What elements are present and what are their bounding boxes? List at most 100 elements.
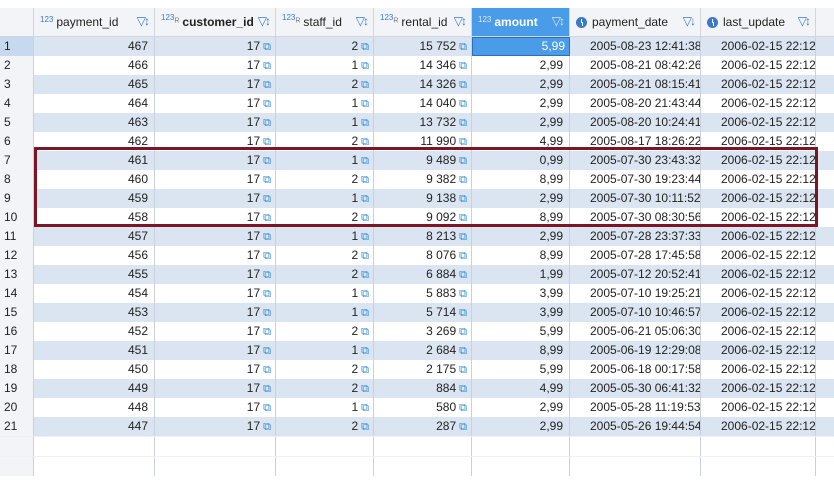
foreign-key-link-icon[interactable]: ⧉ xyxy=(459,79,467,91)
cell-staff-id[interactable]: 2 ⧉ xyxy=(276,265,374,284)
sort-icon[interactable]: ▽↕ xyxy=(137,14,150,28)
cell-payment-id[interactable]: 456 xyxy=(34,246,155,265)
cell-staff-id[interactable]: 1 ⧉ xyxy=(276,113,374,132)
column-header-payment-date[interactable]: payment_date ▽↓ xyxy=(570,8,701,36)
cell-amount[interactable]: 5,99 xyxy=(472,360,570,379)
cell-amount[interactable]: 2,99 xyxy=(472,227,570,246)
cell-payment-date[interactable]: 2005-06-18 00:17:58 xyxy=(570,360,701,379)
cell-last-update[interactable]: 2006-02-15 22:12:32 xyxy=(701,113,816,132)
cell-customer-id[interactable]: 17 ⧉ xyxy=(155,132,276,151)
row-number[interactable]: 5 xyxy=(0,113,34,132)
cell-last-update[interactable]: 2006-02-15 22:12:32 xyxy=(701,360,816,379)
table-row[interactable]: 10 458 17 ⧉ 2 ⧉ 9 092 ⧉ 8,99 2005-07-30 08:30:56 2… xyxy=(0,208,834,227)
column-header-amount[interactable]: 123 amount ▽↕ xyxy=(472,8,570,36)
foreign-key-link-icon[interactable]: ⧉ xyxy=(361,41,369,53)
row-number[interactable]: 12 xyxy=(0,246,34,265)
foreign-key-link-icon[interactable]: ⧉ xyxy=(459,41,467,53)
row-number[interactable]: 9 xyxy=(0,189,34,208)
foreign-key-link-icon[interactable]: ⧉ xyxy=(263,250,271,262)
cell-payment-date[interactable]: 2005-08-20 10:24:41 xyxy=(570,113,701,132)
table-row[interactable]: 16 452 17 ⧉ 2 ⧉ 3 269 ⧉ 5,99 2005-06-21 05:06:30 2… xyxy=(0,322,834,341)
cell-customer-id[interactable]: 17 ⧉ xyxy=(155,170,276,189)
foreign-key-link-icon[interactable]: ⧉ xyxy=(263,60,271,72)
sort-icon[interactable]: ▽↕ xyxy=(258,14,271,28)
cell-staff-id[interactable]: 1 ⧉ xyxy=(276,151,374,170)
cell-rental-id[interactable]: 14 040 ⧉ xyxy=(374,94,472,113)
foreign-key-link-icon[interactable]: ⧉ xyxy=(361,155,369,167)
cell-customer-id[interactable]: 17 ⧉ xyxy=(155,265,276,284)
row-number[interactable]: 13 xyxy=(0,265,34,284)
cell-customer-id[interactable]: 17 ⧉ xyxy=(155,360,276,379)
result-grid[interactable]: 123 payment_id ▽↕ 123R customer_id ▽↕ 123R staf… xyxy=(0,8,834,476)
cell-last-update[interactable]: 2006-02-15 22:12:32 xyxy=(701,303,816,322)
row-number-header[interactable] xyxy=(0,8,34,36)
cell-payment-date[interactable]: 2005-07-30 10:11:52 xyxy=(570,189,701,208)
cell-staff-id[interactable]: 2 ⧉ xyxy=(276,360,374,379)
cell-staff-id[interactable]: 1 ⧉ xyxy=(276,303,374,322)
foreign-key-link-icon[interactable]: ⧉ xyxy=(361,60,369,72)
table-row[interactable]: 18 450 17 ⧉ 2 ⧉ 2 175 ⧉ 5,99 2005-06-18 00:17:58 2… xyxy=(0,360,834,379)
foreign-key-link-icon[interactable]: ⧉ xyxy=(263,269,271,281)
cell-amount[interactable]: 8,99 xyxy=(472,341,570,360)
cell-rental-id[interactable]: 14 346 ⧉ xyxy=(374,56,472,75)
cell-payment-date[interactable]: 2005-05-30 06:41:32 xyxy=(570,379,701,398)
foreign-key-link-icon[interactable]: ⧉ xyxy=(459,155,467,167)
row-number[interactable]: 2 xyxy=(0,56,34,75)
cell-last-update[interactable]: 2006-02-15 22:12:32 xyxy=(701,265,816,284)
cell-last-update[interactable]: 2006-02-15 22:12:32 xyxy=(701,56,816,75)
cell-customer-id[interactable]: 17 ⧉ xyxy=(155,227,276,246)
foreign-key-link-icon[interactable]: ⧉ xyxy=(361,402,369,414)
cell-customer-id[interactable]: 17 ⧉ xyxy=(155,37,276,56)
foreign-key-link-icon[interactable]: ⧉ xyxy=(361,212,369,224)
foreign-key-link-icon[interactable]: ⧉ xyxy=(361,79,369,91)
cell-payment-id[interactable]: 457 xyxy=(34,227,155,246)
foreign-key-link-icon[interactable]: ⧉ xyxy=(459,212,467,224)
cell-amount[interactable]: 2,99 xyxy=(472,75,570,94)
row-number[interactable]: 1 xyxy=(0,37,34,56)
foreign-key-link-icon[interactable]: ⧉ xyxy=(459,326,467,338)
cell-last-update[interactable]: 2006-02-15 22:12:32 xyxy=(701,37,816,56)
foreign-key-link-icon[interactable]: ⧉ xyxy=(459,231,467,243)
cell-rental-id[interactable]: 8 213 ⧉ xyxy=(374,227,472,246)
cell-payment-date[interactable]: 2005-05-26 19:44:54 xyxy=(570,417,701,436)
foreign-key-link-icon[interactable]: ⧉ xyxy=(263,174,271,186)
cell-payment-id[interactable]: 453 xyxy=(34,303,155,322)
cell-staff-id[interactable]: 1 ⧉ xyxy=(276,284,374,303)
column-header-payment-id[interactable]: 123 payment_id ▽↕ xyxy=(34,8,155,36)
foreign-key-link-icon[interactable]: ⧉ xyxy=(361,421,369,433)
foreign-key-link-icon[interactable]: ⧉ xyxy=(459,402,467,414)
cell-last-update[interactable]: 2006-02-15 22:12:32 xyxy=(701,322,816,341)
cell-rental-id[interactable]: 15 752 ⧉ xyxy=(374,37,472,56)
cell-customer-id[interactable]: 17 ⧉ xyxy=(155,284,276,303)
cell-payment-date[interactable]: 2005-06-19 12:29:08 xyxy=(570,341,701,360)
foreign-key-link-icon[interactable]: ⧉ xyxy=(361,136,369,148)
column-header-customer-id[interactable]: 123R customer_id ▽↕ xyxy=(155,8,276,36)
cell-amount[interactable]: 5,99 xyxy=(472,322,570,341)
table-row[interactable]: 7 461 17 ⧉ 1 ⧉ 9 489 ⧉ 0,99 2005-07-30 23:43:32 20… xyxy=(0,151,834,170)
cell-payment-id[interactable]: 460 xyxy=(34,170,155,189)
cell-payment-date[interactable]: 2005-07-10 10:46:57 xyxy=(570,303,701,322)
foreign-key-link-icon[interactable]: ⧉ xyxy=(459,269,467,281)
cell-payment-id[interactable]: 464 xyxy=(34,94,155,113)
cell-rental-id[interactable]: 6 884 ⧉ xyxy=(374,265,472,284)
foreign-key-link-icon[interactable]: ⧉ xyxy=(459,60,467,72)
cell-rental-id[interactable]: 5 883 ⧉ xyxy=(374,284,472,303)
foreign-key-link-icon[interactable]: ⧉ xyxy=(263,155,271,167)
row-number[interactable]: 17 xyxy=(0,341,34,360)
foreign-key-link-icon[interactable]: ⧉ xyxy=(263,364,271,376)
cell-staff-id[interactable]: 1 ⧉ xyxy=(276,398,374,417)
foreign-key-link-icon[interactable]: ⧉ xyxy=(459,307,467,319)
cell-amount[interactable]: 2,99 xyxy=(472,113,570,132)
table-row[interactable]: 20 448 17 ⧉ 1 ⧉ 580 ⧉ 2,99 2005-05-28 11:19:53 200… xyxy=(0,398,834,417)
table-row[interactable]: 2 466 17 ⧉ 1 ⧉ 14 346 ⧉ 2,99 2005-08-21 08:42:26 2… xyxy=(0,56,834,75)
foreign-key-link-icon[interactable]: ⧉ xyxy=(459,383,467,395)
cell-customer-id[interactable]: 17 ⧉ xyxy=(155,56,276,75)
table-row[interactable]: 21 447 17 ⧉ 2 ⧉ 287 ⧉ 2,99 2005-05-26 19:44:54 200… xyxy=(0,417,834,436)
cell-payment-id[interactable]: 461 xyxy=(34,151,155,170)
cell-payment-date[interactable]: 2005-07-28 23:37:33 xyxy=(570,227,701,246)
cell-payment-date[interactable]: 2005-07-30 19:23:44 xyxy=(570,170,701,189)
table-row[interactable]: 4 464 17 ⧉ 1 ⧉ 14 040 ⧉ 2,99 2005-08-20 21:43:44 2… xyxy=(0,94,834,113)
cell-last-update[interactable]: 2006-02-15 22:12:32 xyxy=(701,398,816,417)
table-row[interactable]: 12 456 17 ⧉ 2 ⧉ 8 076 ⧉ 8,99 2005-07-28 17:45:58 2… xyxy=(0,246,834,265)
foreign-key-link-icon[interactable]: ⧉ xyxy=(263,212,271,224)
